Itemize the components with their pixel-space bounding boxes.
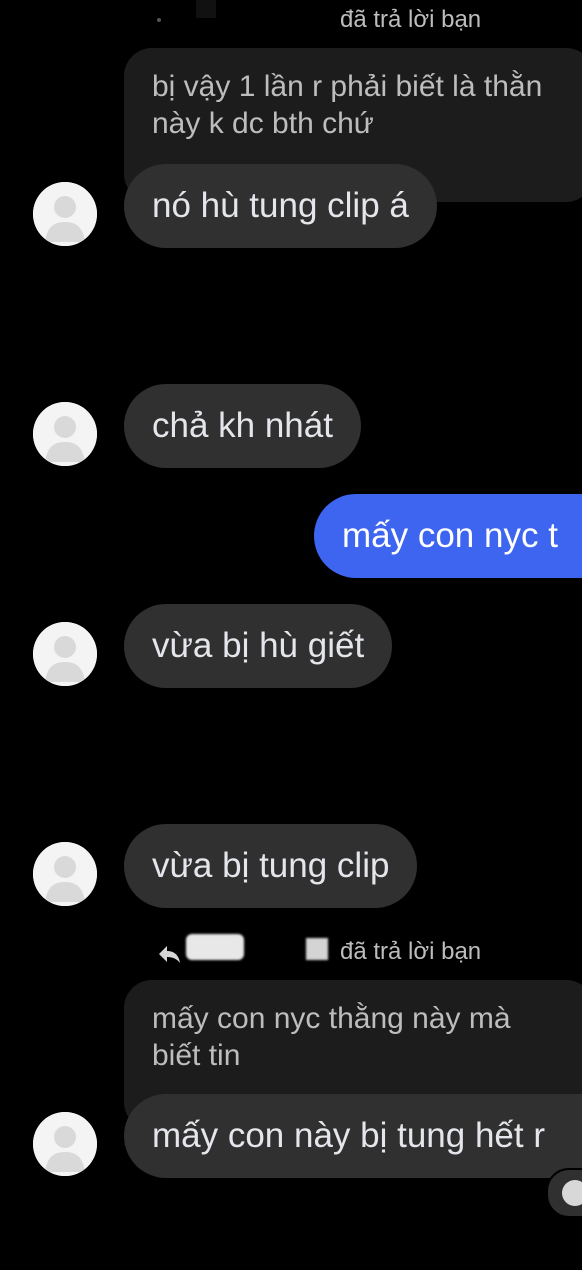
avatar[interactable] [33, 622, 97, 686]
redacted-name-bottom-2 [306, 938, 328, 960]
redacted-name-bottom [186, 934, 244, 960]
replied-message-1-text: bị vậy 1 lần r phải biết là thằn này k d… [152, 70, 543, 140]
message-bubble[interactable]: chả kh nhát [124, 384, 361, 468]
reaction-button[interactable] [546, 1168, 582, 1218]
replied-message-2-text: mấy con nyc thằng này mà biết tin [152, 1002, 511, 1072]
redacted-name-top [157, 18, 161, 22]
user-silhouette-icon [33, 842, 97, 906]
reply-arrow-icon [156, 940, 184, 968]
user-silhouette-icon [33, 402, 97, 466]
message-bubble[interactable]: vừa bị tung clip [124, 824, 418, 908]
sent-message-bubble[interactable]: mấy con nyc t [314, 494, 582, 578]
avatar[interactable] [33, 402, 97, 466]
avatar[interactable] [33, 842, 97, 906]
message-bubble[interactable]: mấy con này bị tung hết r [124, 1094, 582, 1178]
user-silhouette-icon [33, 182, 97, 246]
avatar[interactable] [33, 1112, 97, 1176]
message-bubble[interactable]: nó hù tung clip á [124, 164, 437, 248]
avatar[interactable] [33, 182, 97, 246]
message-bubble[interactable]: vừa bị hù giết [124, 604, 393, 688]
user-silhouette-icon [33, 1112, 97, 1176]
reply-label-top: đã trả lời bạn [340, 6, 482, 33]
reaction-icon [562, 1180, 582, 1206]
reply-label-bottom: đã trả lời bạn [340, 938, 482, 965]
redacted-block-top [196, 0, 216, 18]
user-silhouette-icon [33, 622, 97, 686]
